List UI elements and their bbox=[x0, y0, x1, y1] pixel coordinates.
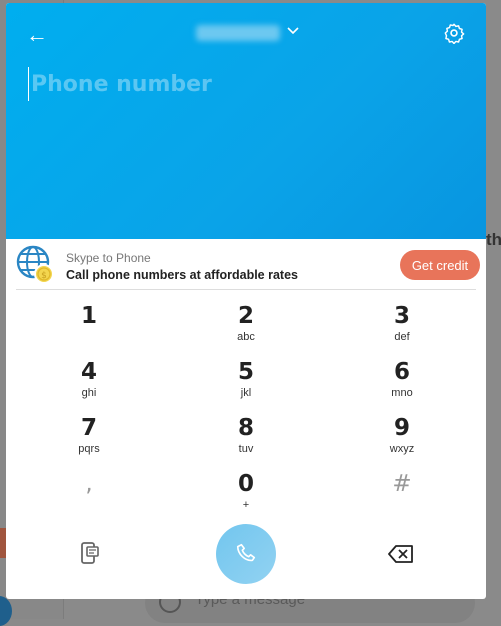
key-letters: tuv bbox=[238, 443, 254, 455]
get-credit-button[interactable]: Get credit bbox=[400, 250, 480, 280]
key-digit: , bbox=[85, 471, 93, 497]
key-letters: abc bbox=[237, 331, 255, 343]
key-3[interactable]: 3 def bbox=[362, 303, 442, 353]
key-comma[interactable]: , bbox=[49, 471, 129, 521]
chevron-down-icon[interactable] bbox=[286, 23, 300, 37]
key-digit: 6 bbox=[393, 359, 410, 385]
globe-coin-icon: $ bbox=[16, 245, 54, 284]
dial-pad-dialog: ← $ Skype to Phone Call phone numbers at… bbox=[6, 3, 486, 599]
key-digit: 5 bbox=[237, 359, 254, 385]
key-hash[interactable]: # bbox=[362, 471, 442, 521]
phone-number-input[interactable] bbox=[28, 67, 458, 101]
background-heading: th bbox=[486, 230, 501, 249]
gear-icon[interactable] bbox=[443, 22, 465, 44]
key-digit: 8 bbox=[237, 415, 254, 441]
promo-subtitle: Call phone numbers at affordable rates bbox=[66, 268, 298, 282]
key-letters: + bbox=[242, 499, 250, 511]
key-digit: 0 bbox=[237, 471, 254, 497]
phone-icon bbox=[236, 543, 256, 561]
key-7[interactable]: 7 pqrs bbox=[49, 415, 129, 465]
key-digit: 2 bbox=[237, 303, 254, 329]
key-digit: 7 bbox=[80, 415, 97, 441]
key-1[interactable]: 1 bbox=[49, 303, 129, 353]
key-digit: 3 bbox=[393, 303, 410, 329]
promo-title: Skype to Phone bbox=[66, 251, 151, 265]
key-5[interactable]: 5 jkl bbox=[206, 359, 286, 409]
key-digit: 4 bbox=[80, 359, 97, 385]
key-letters: def bbox=[394, 331, 410, 343]
key-letters: wxyz bbox=[389, 443, 415, 455]
dial-header: ← bbox=[6, 3, 486, 239]
key-4[interactable]: 4 ghi bbox=[49, 359, 129, 409]
key-2[interactable]: 2 abc bbox=[206, 303, 286, 353]
skype-to-phone-banner: $ Skype to Phone Call phone numbers at a… bbox=[16, 245, 480, 290]
key-6[interactable]: 6 mno bbox=[362, 359, 442, 409]
key-letters: jkl bbox=[240, 387, 252, 399]
key-letters: ghi bbox=[81, 387, 97, 399]
key-0[interactable]: 0 + bbox=[206, 471, 286, 521]
key-9[interactable]: 9 wxyz bbox=[362, 415, 442, 465]
backspace-icon[interactable] bbox=[388, 544, 414, 564]
key-8[interactable]: 8 tuv bbox=[206, 415, 286, 465]
country-selector[interactable] bbox=[196, 25, 280, 41]
key-letters: pqrs bbox=[78, 443, 100, 455]
svg-text:$: $ bbox=[41, 271, 47, 281]
arrow-left-icon[interactable]: ← bbox=[26, 22, 48, 48]
key-digit: 1 bbox=[80, 303, 97, 329]
key-letters: mno bbox=[391, 387, 413, 399]
key-digit: # bbox=[392, 471, 412, 497]
call-button[interactable] bbox=[216, 524, 276, 584]
sms-phone-icon[interactable] bbox=[80, 541, 100, 565]
key-digit: 9 bbox=[393, 415, 410, 441]
